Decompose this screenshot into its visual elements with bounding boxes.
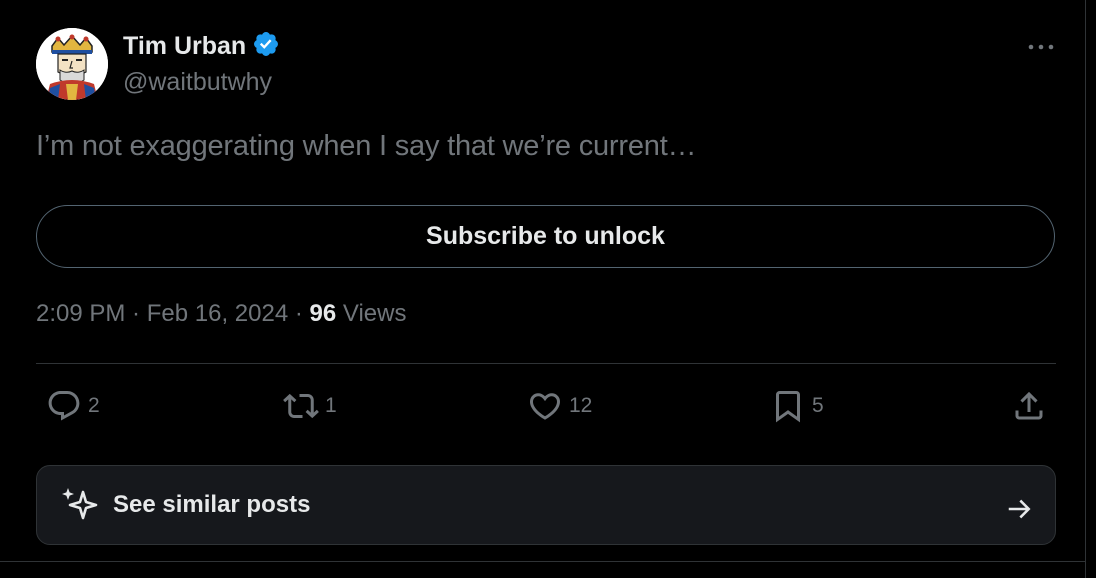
- bookmark-button[interactable]: 5: [770, 388, 824, 424]
- frame-border-right: [1085, 0, 1086, 578]
- tweet-time[interactable]: 2:09 PM: [36, 300, 125, 327]
- frame-border-bottom: [0, 561, 1086, 562]
- verified-badge-icon: [252, 30, 280, 63]
- author-name[interactable]: Tim Urban: [123, 32, 246, 61]
- king-card-avatar-icon: [36, 28, 108, 100]
- reply-button[interactable]: 2: [46, 388, 100, 424]
- see-similar-posts-button[interactable]: See similar posts: [36, 465, 1056, 545]
- heart-icon: [529, 393, 561, 420]
- divider: [36, 363, 1056, 364]
- like-button[interactable]: 12: [527, 388, 592, 424]
- more-options-button[interactable]: [1022, 32, 1062, 62]
- avatar[interactable]: [36, 28, 108, 100]
- repost-icon: [283, 393, 319, 419]
- share-button[interactable]: [1011, 388, 1047, 424]
- subscribe-to-unlock-button[interactable]: Subscribe to unlock: [36, 205, 1055, 268]
- views-count: 96: [309, 300, 337, 327]
- sparkle-icon: [62, 488, 98, 520]
- see-similar-posts-label: See similar posts: [113, 491, 311, 518]
- repost-button[interactable]: 1: [283, 388, 337, 424]
- author-handle[interactable]: @waitbutwhy: [123, 68, 272, 97]
- share-icon: [1015, 391, 1043, 420]
- repost-count: 1: [325, 394, 337, 417]
- arrow-right-icon: [1008, 499, 1031, 519]
- tweet-date[interactable]: Feb 16, 2024: [147, 300, 288, 327]
- reply-icon: [48, 391, 80, 421]
- meta-separator: ·: [288, 300, 310, 327]
- tweet-meta: 2:09 PM · Feb 16, 2024 · 96 Views: [36, 300, 406, 328]
- bookmark-icon: [776, 391, 800, 423]
- tweet-text: I’m not exaggerating when I say that we’…: [36, 130, 697, 162]
- author-name-row: Tim Urban: [123, 30, 280, 63]
- more-icon: [1028, 44, 1054, 50]
- meta-separator: ·: [125, 300, 147, 327]
- bookmark-count: 5: [812, 394, 824, 417]
- like-count: 12: [569, 394, 593, 417]
- views-label: Views: [336, 300, 407, 327]
- reply-count: 2: [88, 394, 100, 417]
